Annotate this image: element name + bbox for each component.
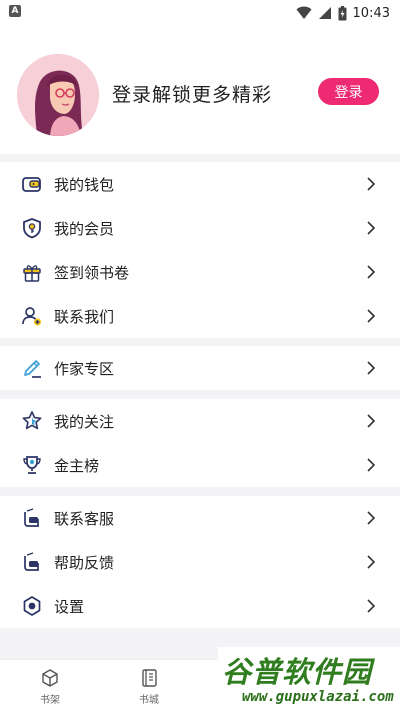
menu-item-contact-us[interactable]: 联系我们 xyxy=(0,294,400,338)
pen-icon xyxy=(24,360,41,378)
login-button[interactable]: 登录 xyxy=(318,78,379,105)
feedback-icon xyxy=(24,552,39,571)
shield-key-icon xyxy=(23,218,41,239)
tab-bookstore[interactable]: 书城 xyxy=(119,668,179,712)
menu-item-author-zone[interactable]: 作家专区 xyxy=(0,346,400,390)
chevron-right-icon xyxy=(367,177,376,191)
chevron-right-icon xyxy=(367,265,376,279)
gift-icon xyxy=(23,265,41,282)
section-divider xyxy=(0,487,400,496)
login-hint: 登录解锁更多精彩 xyxy=(112,84,273,106)
tab-label: 书架 xyxy=(40,695,60,706)
watermark-url: www.gupuxlazai.com xyxy=(242,689,394,705)
menu-item-label: 帮助反馈 xyxy=(54,554,115,572)
clock: 10:43 xyxy=(352,5,390,21)
trophy-icon xyxy=(23,456,41,474)
menu-item-label: 我的会员 xyxy=(54,220,115,238)
chevron-right-icon xyxy=(367,414,376,428)
menu-item-label: 我的关注 xyxy=(54,413,115,431)
menu-item-membership[interactable]: 我的会员 xyxy=(0,206,400,250)
cube-icon xyxy=(42,669,58,687)
customer-service-icon xyxy=(24,508,39,527)
chevron-right-icon xyxy=(367,555,376,569)
wifi-icon xyxy=(296,6,312,19)
status-bar: A 10:43 xyxy=(0,0,400,26)
menu-item-checkin[interactable]: 签到领书卷 xyxy=(0,250,400,294)
tab-bookshelf[interactable]: 书架 xyxy=(20,668,80,712)
chevron-right-icon xyxy=(367,221,376,235)
settings-icon xyxy=(23,596,41,616)
signal-icon xyxy=(318,7,331,19)
chevron-right-icon xyxy=(367,361,376,375)
menu-item-customer-service[interactable]: 联系客服 xyxy=(0,496,400,540)
menu-item-label: 签到领书卷 xyxy=(54,264,130,282)
section-divider xyxy=(0,154,400,162)
menu-item-label: 作家专区 xyxy=(54,360,115,378)
menu-item-feedback[interactable]: 帮助反馈 xyxy=(0,540,400,584)
user-add-icon xyxy=(22,307,42,326)
wallet-icon xyxy=(22,177,41,192)
watermark: 谷普软件园 www.gupuxlazai.com xyxy=(218,647,400,712)
avatar-illustration-icon xyxy=(17,54,99,136)
notification-icon: A xyxy=(9,5,21,17)
menu-item-following[interactable]: 我的关注 xyxy=(0,399,400,443)
menu-item-wallet[interactable]: 我的钱包 xyxy=(0,162,400,206)
menu-item-settings[interactable]: 设置 xyxy=(0,584,400,628)
chevron-right-icon xyxy=(367,458,376,472)
menu-item-label: 金主榜 xyxy=(54,457,100,475)
menu-item-gold-list[interactable]: 金主榜 xyxy=(0,443,400,487)
chevron-right-icon xyxy=(367,309,376,323)
status-icons: 10:43 xyxy=(296,3,390,23)
avatar[interactable] xyxy=(17,54,99,136)
chevron-right-icon xyxy=(367,511,376,525)
star-icon xyxy=(22,411,42,430)
menu-item-label: 设置 xyxy=(54,598,85,616)
chevron-right-icon xyxy=(367,599,376,613)
watermark-title: 谷普软件园 xyxy=(222,655,373,689)
battery-icon xyxy=(338,5,347,20)
profile-header: 登录解锁更多精彩 登录 xyxy=(0,26,400,154)
menu-item-label: 联系我们 xyxy=(54,308,115,326)
tab-label: 书城 xyxy=(139,695,159,706)
book-icon xyxy=(142,669,157,687)
menu-item-label: 联系客服 xyxy=(54,510,115,528)
section-divider xyxy=(0,390,400,399)
section-divider xyxy=(0,338,400,346)
menu-item-label: 我的钱包 xyxy=(54,176,115,194)
